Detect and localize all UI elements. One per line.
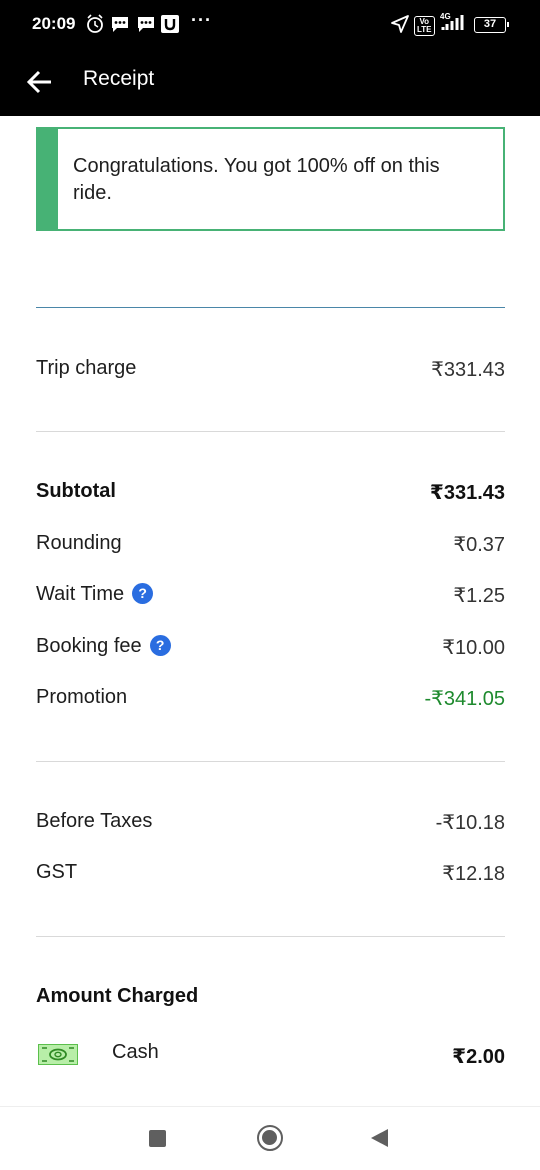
- battery-level: 37: [483, 18, 497, 30]
- gst-row: GST ₹12.18: [36, 861, 505, 891]
- status-bar: 20:09 ··· Vo LTE 4G 37: [0, 0, 540, 50]
- cash-icon: [38, 1044, 78, 1065]
- rounding-label: Rounding: [36, 532, 122, 554]
- volte-badge: Vo LTE: [414, 16, 435, 36]
- message-icon: [136, 14, 156, 39]
- question-circle-icon[interactable]: ?: [132, 583, 154, 604]
- more-notifications-icon: ···: [191, 10, 212, 30]
- trip-charge-value: ₹331.43: [431, 359, 505, 381]
- wait-time-value: ₹1.25: [453, 585, 505, 607]
- divider: [36, 761, 505, 762]
- promotion-row: Promotion -₹341.05: [36, 686, 505, 716]
- gst-label: GST: [36, 861, 78, 883]
- payment-method-label: Cash: [112, 1041, 159, 1063]
- uber-app-icon: [160, 14, 180, 39]
- rounding-row: Rounding ₹0.37: [36, 532, 505, 562]
- page-title: Receipt: [83, 67, 155, 90]
- payment-method-row: Cash ₹2.00: [36, 1038, 505, 1072]
- amount-charged-value: ₹2.00: [452, 1046, 505, 1068]
- divider: [36, 936, 505, 937]
- wait-time-label: Wait Time: [36, 583, 125, 605]
- promo-text: Congratulations. You got 100% off on thi…: [73, 155, 440, 204]
- home-button[interactable]: [257, 1125, 283, 1151]
- alarm-icon: [86, 14, 104, 39]
- trip-charge-label: Trip charge: [36, 357, 137, 379]
- promotion-label: Promotion: [36, 686, 128, 708]
- question-circle-icon[interactable]: ?: [149, 635, 171, 656]
- booking-fee-label: Booking fee: [36, 635, 142, 657]
- location-arrow-icon: [390, 14, 410, 39]
- status-time: 20:09: [32, 14, 76, 33]
- gst-value: ₹12.18: [442, 863, 505, 885]
- trip-charge-row: Trip charge ₹331.43: [36, 357, 505, 387]
- recent-apps-button[interactable]: [149, 1130, 166, 1147]
- amount-charged-title: Amount Charged: [36, 985, 199, 1007]
- system-nav-bar: [0, 1106, 540, 1170]
- promotion-value: -₹341.05: [424, 688, 505, 710]
- battery-icon: 37: [474, 17, 509, 33]
- divider: [36, 431, 505, 432]
- system-back-button[interactable]: [371, 1129, 388, 1147]
- before-taxes-row: Before Taxes -₹10.18: [36, 810, 505, 840]
- subtotal-row: Subtotal ₹331.43: [36, 480, 505, 510]
- wait-time-row: Wait Time? ₹1.25: [36, 583, 505, 613]
- booking-fee-row: Booking fee? ₹10.00: [36, 635, 505, 665]
- before-taxes-value: -₹10.18: [435, 812, 505, 834]
- signal-icon: [437, 12, 469, 39]
- arrow-left-icon: [26, 70, 51, 94]
- booking-fee-value: ₹10.00: [442, 637, 505, 659]
- subtotal-value: ₹331.43: [429, 482, 505, 504]
- before-taxes-label: Before Taxes: [36, 810, 153, 832]
- promo-banner: Congratulations. You got 100% off on thi…: [36, 127, 505, 231]
- rounding-value: ₹0.37: [453, 534, 505, 556]
- back-button[interactable]: [24, 66, 56, 98]
- subtotal-label: Subtotal: [36, 480, 116, 502]
- divider: [36, 307, 505, 308]
- app-bar: Receipt: [0, 50, 540, 116]
- message-icon: [110, 14, 130, 39]
